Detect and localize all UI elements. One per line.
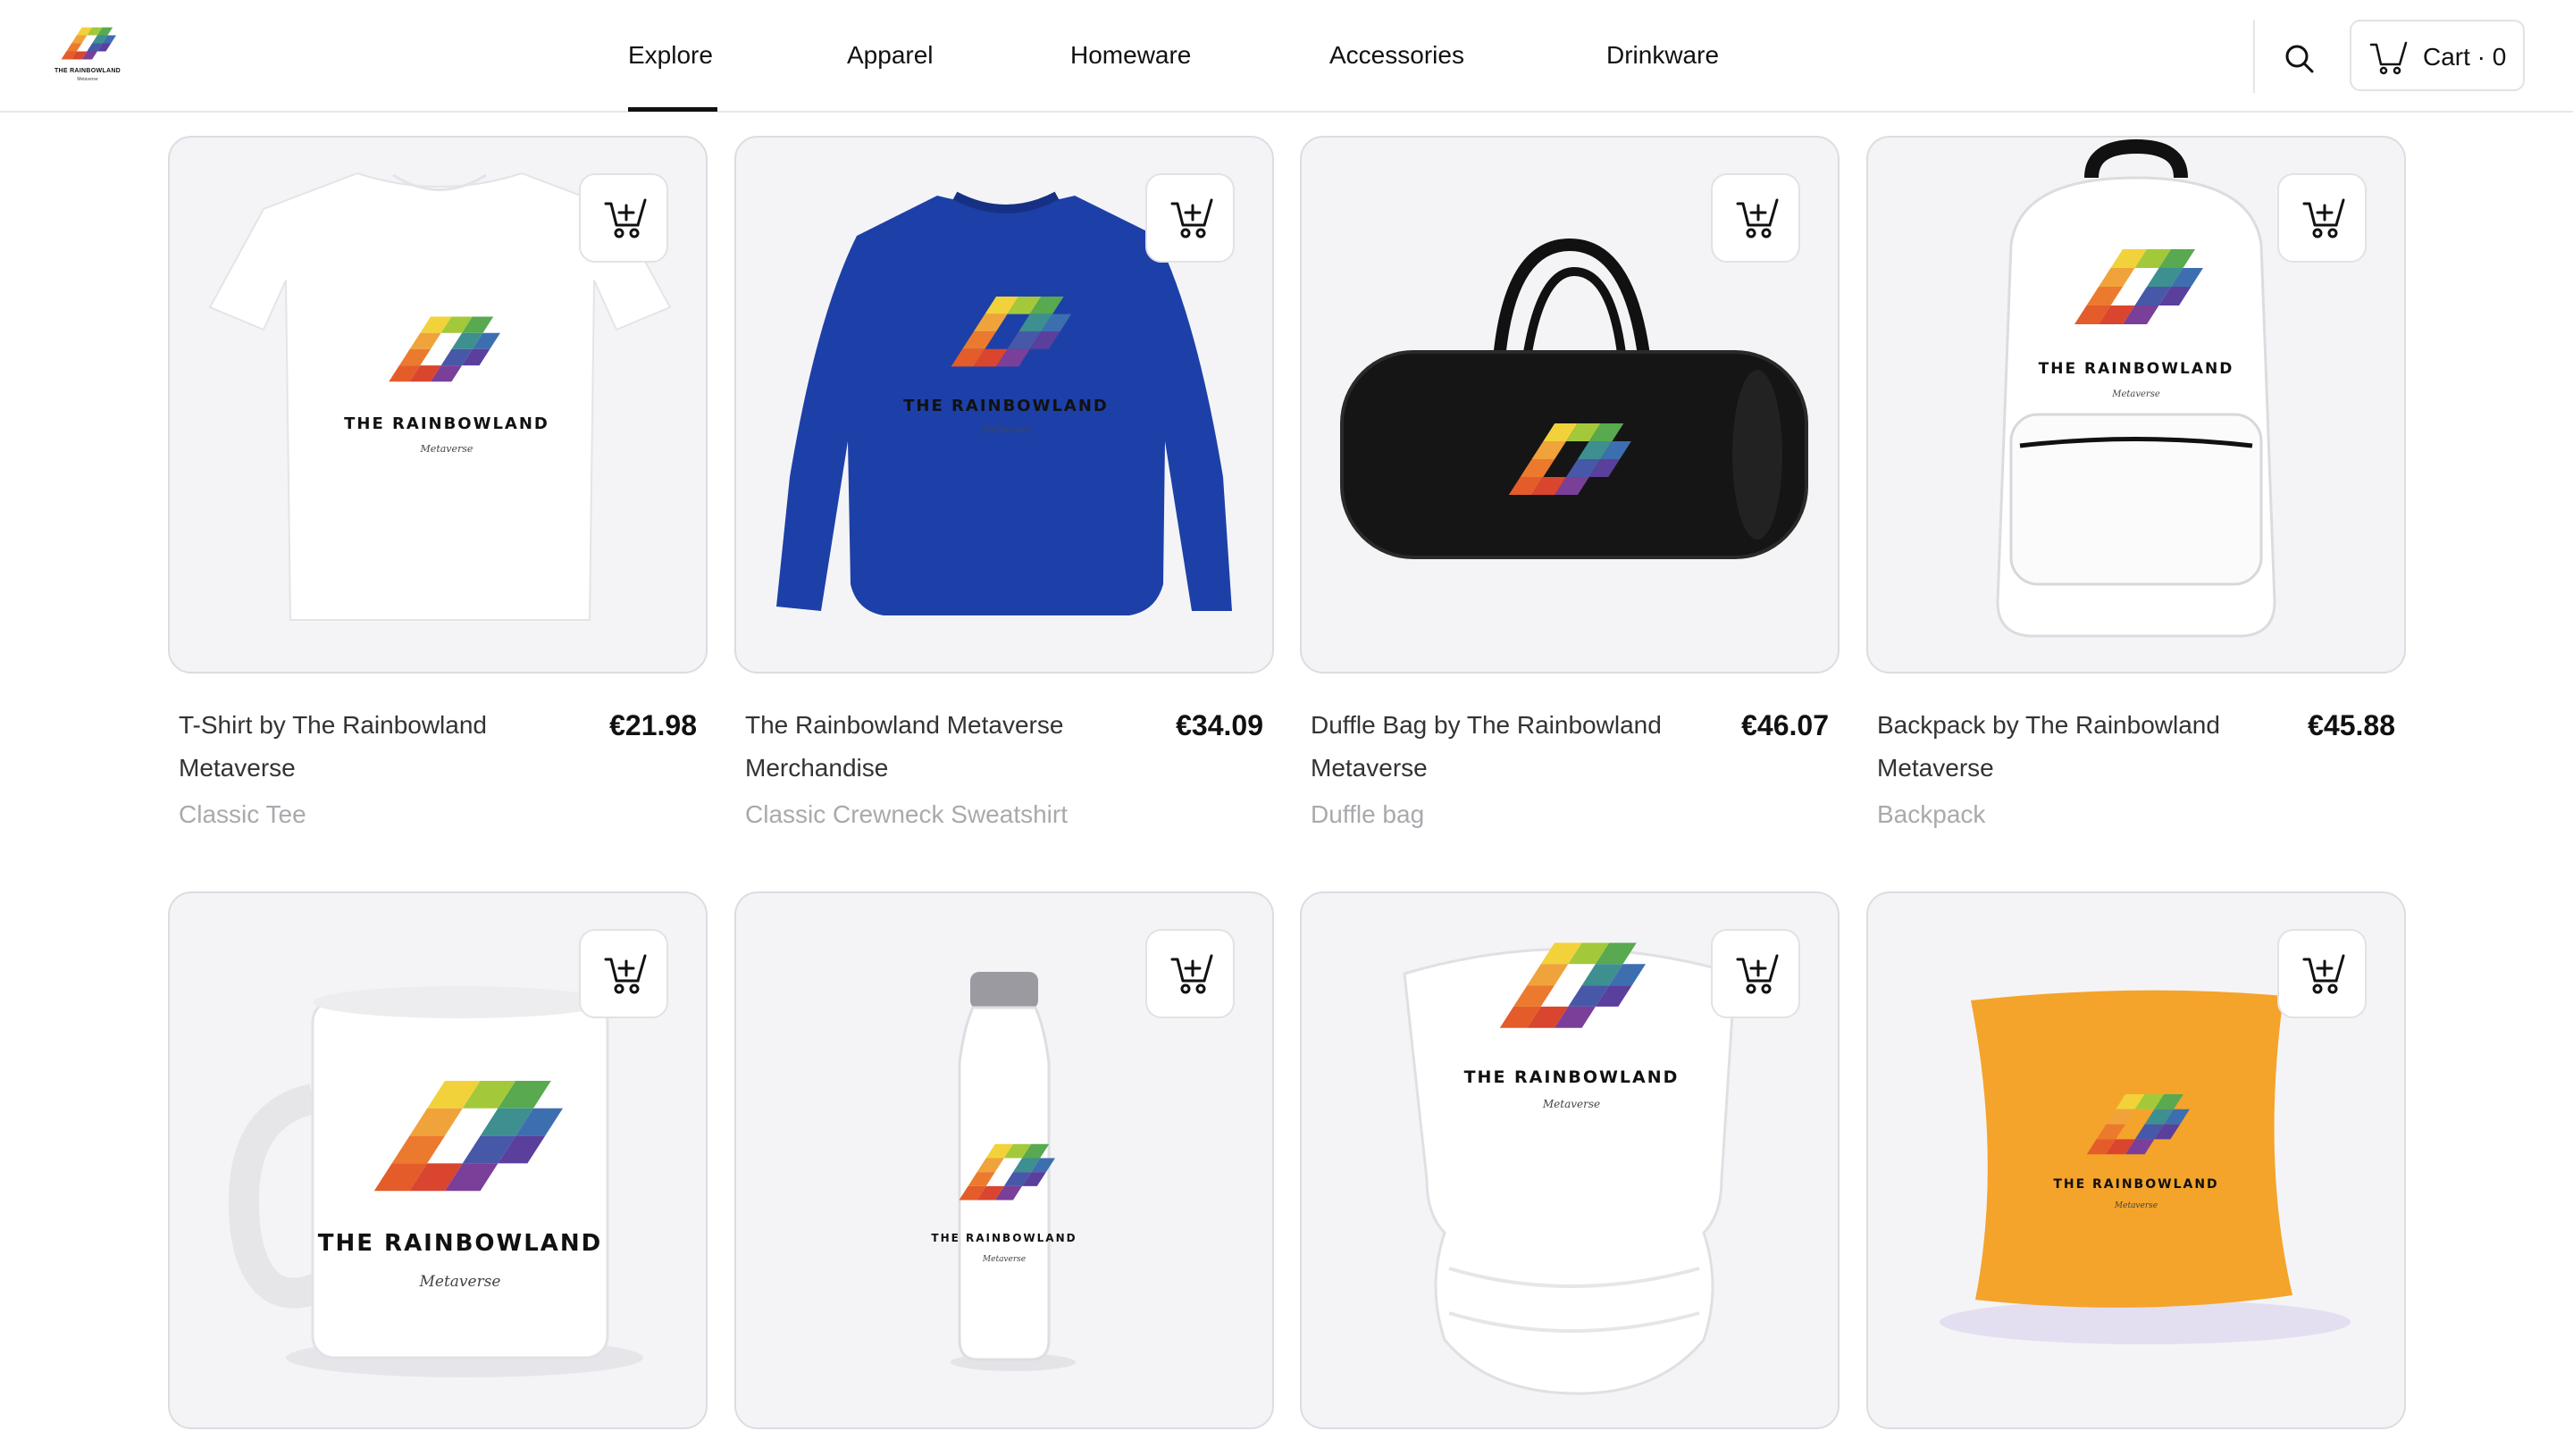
product-image-duffle[interactable] [1300, 136, 1840, 674]
product-image-tshirt[interactable]: THE RAINBOWLAND Metaverse [168, 136, 708, 674]
product-price: €34.09 [1176, 709, 1263, 741]
active-tab-underline [628, 107, 717, 112]
add-to-cart-button[interactable] [1145, 173, 1235, 263]
product-type: Backpack [1877, 800, 1986, 828]
add-to-cart-icon [2301, 950, 2347, 997]
svg-text:Metaverse: Metaverse [2111, 389, 2160, 399]
svg-text:THE RAINBOWLAND: THE RAINBOWLAND [344, 414, 549, 433]
product-type: Classic Tee [179, 800, 306, 828]
add-to-cart-button[interactable] [1711, 173, 1800, 263]
product-type: Duffle bag [1311, 800, 1425, 828]
nav-drinkware[interactable]: Drinkware [1606, 41, 1719, 70]
svg-text:THE RAINBOWLAND: THE RAINBOWLAND [318, 1230, 603, 1257]
top-header: THE RAINBOWLAND Metaverse Explore Appare… [0, 0, 2573, 113]
nav-explore[interactable]: Explore [628, 41, 713, 70]
brand-logo[interactable]: THE RAINBOWLAND Metaverse [50, 27, 125, 89]
svg-text:THE RAINBOWLAND: THE RAINBOWLAND [2039, 360, 2234, 378]
product-image-neck-gaiter[interactable]: THE RAINBOWLAND Metaverse [1300, 891, 1840, 1429]
product-image-mug[interactable]: THE RAINBOWLAND Metaverse [168, 891, 708, 1429]
product-name[interactable]: Backpack by The Rainbowland Metaverse [1877, 704, 2252, 790]
product-price: €45.88 [2308, 709, 2395, 741]
add-to-cart-icon [602, 950, 649, 997]
logo-wordmark: THE RAINBOWLAND [54, 68, 122, 74]
search-button[interactable] [2280, 39, 2319, 79]
add-to-cart-button[interactable] [579, 929, 668, 1018]
svg-text:THE RAINBOWLAND: THE RAINBOWLAND [2053, 1177, 2218, 1192]
add-to-cart-icon [1169, 195, 1215, 241]
svg-text:Metaverse: Metaverse [982, 1255, 1026, 1264]
svg-text:Metaverse: Metaverse [981, 425, 1030, 435]
svg-text:Metaverse: Metaverse [1542, 1098, 1600, 1110]
add-to-cart-icon [1169, 950, 1215, 997]
rainbow-logo-icon [59, 27, 116, 68]
add-to-cart-button[interactable] [2277, 929, 2367, 1018]
svg-text:THE RAINBOWLAND: THE RAINBOWLAND [903, 397, 1109, 415]
product-type: Classic Crewneck Sweatshirt [745, 800, 1068, 828]
header-divider [2253, 20, 2255, 93]
product-price: €46.07 [1741, 709, 1829, 741]
product-image-pillow[interactable]: THE RAINBOWLAND Metaverse [1866, 891, 2406, 1429]
cart-label: Cart · 0 [2423, 43, 2507, 71]
add-to-cart-icon [1734, 950, 1781, 997]
add-to-cart-button[interactable] [1145, 929, 1235, 1018]
search-icon [2285, 45, 2314, 73]
svg-text:Metaverse: Metaverse [2114, 1201, 2158, 1210]
nav-homeware[interactable]: Homeware [1070, 41, 1191, 70]
svg-text:THE RAINBOWLAND: THE RAINBOWLAND [1464, 1067, 1680, 1087]
svg-text:Metaverse: Metaverse [418, 1273, 500, 1291]
add-to-cart-icon [602, 195, 649, 241]
product-name[interactable]: The Rainbowland Metaverse Merchandise [745, 704, 1120, 790]
add-to-cart-button[interactable] [2277, 173, 2367, 263]
add-to-cart-button[interactable] [1711, 929, 1800, 1018]
product-image-backpack[interactable]: THE RAINBOWLAND Metaverse [1866, 136, 2406, 674]
product-name[interactable]: T-Shirt by The Rainbowland Metaverse [179, 704, 554, 790]
nav-accessories[interactable]: Accessories [1329, 41, 1464, 70]
product-image-bottle[interactable]: THE RAINBOWLAND Metaverse [734, 891, 1274, 1429]
logo-subtitle: Metaverse [77, 77, 98, 82]
cart-button[interactable]: Cart · 0 [2350, 20, 2525, 91]
cart-icon [2369, 41, 2408, 75]
nav-apparel[interactable]: Apparel [847, 41, 934, 70]
svg-text:Metaverse: Metaverse [420, 443, 474, 455]
svg-text:THE RAINBOWLAND: THE RAINBOWLAND [931, 1232, 1077, 1244]
product-price: €21.98 [609, 709, 697, 741]
product-name[interactable]: Duffle Bag by The Rainbowland Metaverse [1311, 704, 1686, 790]
product-image-sweatshirt[interactable]: THE RAINBOWLAND Metaverse [734, 136, 1274, 674]
add-to-cart-icon [2301, 195, 2347, 241]
add-to-cart-button[interactable] [579, 173, 668, 263]
add-to-cart-icon [1734, 195, 1781, 241]
